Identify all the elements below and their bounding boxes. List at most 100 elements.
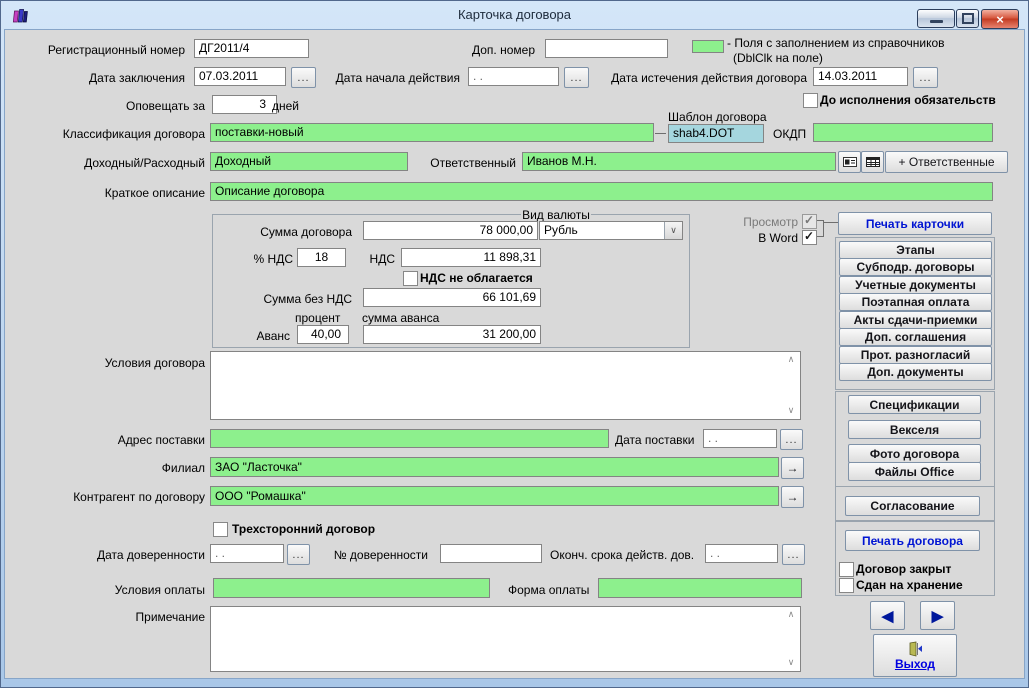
okdp-field[interactable] xyxy=(813,123,993,142)
right-arrow-icon: → xyxy=(786,461,799,475)
poa-expiry-field[interactable]: . . xyxy=(705,544,778,563)
exit-label: Выход xyxy=(894,656,936,671)
reg-number-label: Регистрационный номер xyxy=(47,43,185,57)
template-field[interactable]: shab4.DOT xyxy=(668,124,764,143)
poa-date-field[interactable]: . . xyxy=(210,544,284,563)
expiry-date-field[interactable]: 14.03.2011 xyxy=(813,67,908,86)
scroll-down-icon[interactable]: ∨ xyxy=(784,405,798,415)
counterparty-label: Контрагент по договору xyxy=(73,490,205,504)
responsible-label: Ответственный xyxy=(430,156,516,170)
office-files-button[interactable]: Файлы Office xyxy=(848,462,981,481)
stages-button[interactable]: Этапы xyxy=(839,241,992,259)
classification-field[interactable]: поставки-новый xyxy=(210,123,654,142)
payment-form-label: Форма оплаты xyxy=(508,583,590,597)
currency-combobox[interactable]: Рубль ∨ xyxy=(539,221,683,240)
prev-record-button[interactable]: ◀ xyxy=(870,601,905,630)
counterparty-open-button[interactable]: → xyxy=(781,486,804,508)
delivery-address-field[interactable] xyxy=(210,429,609,448)
extra-number-field[interactable] xyxy=(545,39,668,58)
next-arrow-icon: ▶ xyxy=(931,607,944,625)
notify-days-field[interactable]: 3 xyxy=(212,95,277,114)
expiry-date-picker-button[interactable]: ... xyxy=(913,67,938,88)
reg-number-field[interactable]: ДГ2011/4 xyxy=(194,39,309,58)
branch-label: Филиал xyxy=(161,461,205,475)
specifications-button[interactable]: Спецификации xyxy=(848,395,981,414)
minimize-button[interactable] xyxy=(917,9,955,28)
accounting-docs-button[interactable]: Учетные документы xyxy=(839,276,992,294)
disagreement-protocol-button[interactable]: Прот. разногласий xyxy=(839,346,992,364)
poa-number-label: № доверенности xyxy=(333,548,428,562)
branch-field[interactable]: ЗАО "Ласточка" xyxy=(210,457,779,477)
note-textarea[interactable] xyxy=(210,606,801,672)
approval-button[interactable]: Согласование xyxy=(845,496,980,516)
contract-closed-checkbox[interactable] xyxy=(839,562,854,577)
poa-date-picker-button[interactable]: ... xyxy=(287,544,310,565)
chevron-down-icon[interactable]: ∨ xyxy=(664,222,682,239)
delivery-date-field[interactable]: . . xyxy=(703,429,777,448)
until-fulfilled-checkbox[interactable] xyxy=(803,93,818,108)
vat-field[interactable]: 11 898,31 xyxy=(401,248,541,267)
counterparty-field[interactable]: ООО "Ромашка" xyxy=(210,486,779,506)
advance-percent-field[interactable]: 40,00 xyxy=(297,325,349,344)
profit-type-label: Доходный/Расходный xyxy=(84,156,205,170)
stored-checkbox[interactable] xyxy=(839,578,854,593)
tripartite-checkbox[interactable] xyxy=(213,522,228,537)
subcontracts-button[interactable]: Субподр. договоры xyxy=(839,258,992,276)
classification-label: Классификация договора xyxy=(62,127,205,141)
word-checkbox[interactable] xyxy=(802,229,817,245)
legend-line1: - Поля с заполнением из справочников xyxy=(727,36,945,50)
scroll-up-icon[interactable]: ∧ xyxy=(784,354,798,364)
bills-button[interactable]: Векселя xyxy=(848,420,981,439)
next-record-button[interactable]: ▶ xyxy=(920,601,955,630)
contract-photo-button[interactable]: Фото договора xyxy=(848,444,981,463)
payment-form-field[interactable] xyxy=(598,578,802,598)
add-responsible-button[interactable]: + Ответственные xyxy=(885,151,1008,173)
conclusion-date-field[interactable]: 07.03.2011 xyxy=(194,67,286,86)
contract-sum-field[interactable]: 78 000,00 xyxy=(363,221,538,240)
close-button[interactable]: × xyxy=(981,9,1019,29)
start-date-field[interactable]: . . xyxy=(468,67,559,86)
scroll-down-icon[interactable]: ∨ xyxy=(784,657,798,667)
restore-button[interactable] xyxy=(956,9,979,28)
sum-no-vat-label: Сумма без НДС xyxy=(263,292,352,306)
sum-no-vat-field[interactable]: 66 101,69 xyxy=(363,288,541,307)
responsible-field[interactable]: Иванов М.Н. xyxy=(522,152,836,171)
preview-checkbox[interactable] xyxy=(802,213,817,229)
staged-payment-button[interactable]: Поэтапная оплата xyxy=(839,293,992,311)
start-date-picker-button[interactable]: ... xyxy=(564,67,589,88)
conclusion-date-picker-button[interactable]: ... xyxy=(291,67,316,88)
exit-button[interactable]: Выход xyxy=(873,634,957,677)
contract-closed-label: Договор закрыт xyxy=(856,562,952,576)
addenda-button[interactable]: Доп. соглашения xyxy=(839,328,992,346)
extra-docs-button[interactable]: Доп. документы xyxy=(839,363,992,381)
payment-terms-label: Условия оплаты xyxy=(114,583,205,597)
poa-expiry-picker-button[interactable]: ... xyxy=(782,544,805,565)
delivery-date-picker-button[interactable]: ... xyxy=(780,429,803,450)
vat-percent-field[interactable]: 18 xyxy=(297,248,346,267)
table-icon xyxy=(865,157,880,167)
payment-terms-field[interactable] xyxy=(213,578,490,598)
acceptance-acts-button[interactable]: Акты сдачи-приемки xyxy=(839,311,992,329)
stored-label: Сдан на хранение xyxy=(856,578,963,592)
delivery-address-label: Адрес поставки xyxy=(117,433,205,447)
right-arrow-icon: → xyxy=(786,490,799,504)
responsible-lookup-button[interactable] xyxy=(838,151,861,173)
branch-open-button[interactable]: → xyxy=(781,457,804,479)
print-card-button[interactable]: Печать карточки xyxy=(838,212,992,235)
scroll-up-icon[interactable]: ∧ xyxy=(784,609,798,619)
short-description-field[interactable]: Описание договора xyxy=(210,182,993,201)
extra-number-label: Доп. номер xyxy=(472,43,535,57)
advance-amount-field[interactable]: 31 200,00 xyxy=(363,325,541,344)
delivery-date-label: Дата поставки xyxy=(615,433,695,447)
expiry-date-label: Дата истечения действия договора xyxy=(611,71,807,85)
print-contract-button[interactable]: Печать договора xyxy=(845,530,980,551)
legend-line2: (DblClk на поле) xyxy=(733,51,823,65)
poa-number-field[interactable] xyxy=(440,544,542,563)
terms-textarea[interactable] xyxy=(210,351,801,420)
profit-type-field[interactable]: Доходный xyxy=(210,152,408,171)
terms-label: Условия договора xyxy=(104,356,205,370)
start-date-label: Дата начала действия xyxy=(335,71,460,85)
responsible-table-button[interactable] xyxy=(861,151,884,173)
vat-exempt-checkbox[interactable] xyxy=(403,271,418,286)
okdp-label: ОКДП xyxy=(773,127,807,141)
